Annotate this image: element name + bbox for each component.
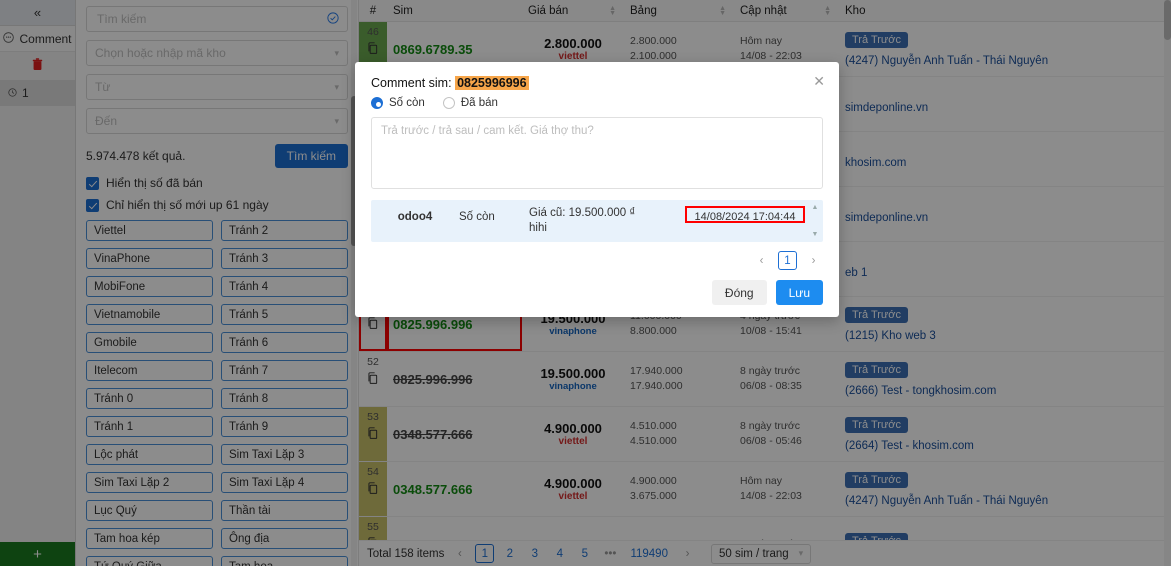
scroll-down-icon[interactable]: ▼ xyxy=(812,231,819,238)
comment-pagination-next[interactable]: › xyxy=(804,251,823,270)
comment-pagination-page-1[interactable]: 1 xyxy=(778,251,797,270)
close-icon[interactable]: ✕ xyxy=(813,74,825,88)
save-button[interactable]: Lưu xyxy=(775,280,823,305)
radio-available-dot[interactable] xyxy=(371,97,383,109)
comment-note: hihi xyxy=(529,222,547,234)
comment-list-scrollbar[interactable]: ▲ ▼ xyxy=(811,204,819,238)
comment-author: odoo4 xyxy=(397,211,433,223)
radio-sold-label: Đã bán xyxy=(460,97,498,109)
close-button[interactable]: Đóng xyxy=(711,280,767,305)
radio-available[interactable]: Số còn xyxy=(371,97,425,109)
comment-type-radio-group: Số còn Đã bán xyxy=(371,97,823,109)
modal-title-prefix: Comment sim: xyxy=(371,76,452,90)
comment-item: odoo4 Số còn Giá cũ: 19.500.000 ₫ hihi 1… xyxy=(371,206,805,236)
comment-pagination: ‹ 1 › xyxy=(371,251,823,270)
comment-list: odoo4 Số còn Giá cũ: 19.500.000 ₫ hihi 1… xyxy=(371,200,823,242)
modal-title: Comment sim: 0825996996 xyxy=(371,76,823,90)
comment-timestamp: 14/08/2024 17:04:44 xyxy=(685,206,805,223)
comment-modal: ✕ Comment sim: 0825996996 Số còn Đã bán … xyxy=(355,62,839,317)
comment-old-price: Giá cũ: 19.500.000 ₫ xyxy=(529,207,636,219)
modal-title-sim: 0825996996 xyxy=(455,76,529,90)
modal-actions: Đóng Lưu xyxy=(371,280,823,305)
comment-text: Giá cũ: 19.500.000 ₫ hihi xyxy=(529,206,685,236)
comment-type: Số còn xyxy=(459,211,495,223)
comment-textarea[interactable] xyxy=(371,117,823,189)
radio-sold[interactable]: Đã bán xyxy=(442,97,498,109)
radio-sold-dot[interactable] xyxy=(442,97,455,109)
scroll-up-icon[interactable]: ▲ xyxy=(812,204,819,211)
comment-pagination-prev[interactable]: ‹ xyxy=(752,251,771,270)
radio-available-label: Số còn xyxy=(389,97,425,109)
